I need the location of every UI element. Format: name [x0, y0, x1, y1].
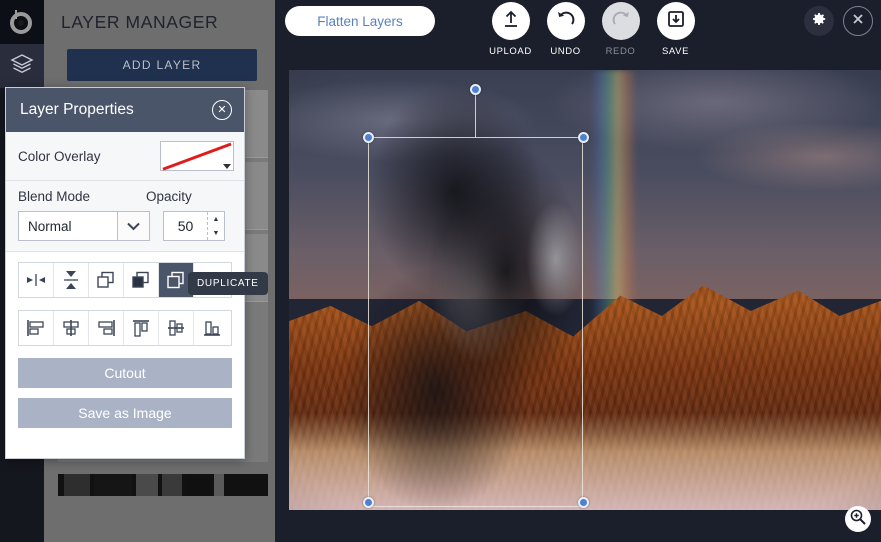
align-right-icon[interactable]	[89, 311, 124, 345]
rotate-handle[interactable]	[470, 84, 481, 95]
spinner-up-icon[interactable]: ▲	[208, 212, 224, 226]
save-label: SAVE	[661, 46, 690, 57]
undo-arrow-icon	[555, 9, 577, 34]
brand-b-logo-icon[interactable]	[0, 0, 44, 44]
spinner-down-icon[interactable]: ▼	[208, 226, 224, 240]
filmstrip-preview	[58, 474, 268, 496]
add-layer-button[interactable]: ADD LAYER	[67, 49, 257, 81]
color-overlay-row: Color Overlay	[6, 132, 244, 181]
close-icon	[851, 12, 865, 31]
settings-button[interactable]	[804, 6, 834, 36]
align-tool-row	[18, 310, 232, 346]
redo-button[interactable]: REDO	[598, 2, 643, 57]
align-middle-vertical-icon[interactable]	[159, 311, 194, 345]
opacity-stepper[interactable]: 50 ▲ ▼	[163, 211, 225, 241]
blend-mode-value: Normal	[28, 218, 72, 234]
toolbar-actions: UPLOAD UNDO REDO SAVE	[488, 2, 698, 57]
redo-label: REDO	[605, 46, 636, 57]
top-toolbar: Flatten Layers UPLOAD UNDO REDO SAVE	[275, 0, 881, 70]
bottom-left-handle[interactable]	[363, 497, 374, 508]
upload-label: UPLOAD	[489, 46, 532, 57]
upload-button[interactable]: UPLOAD	[488, 2, 533, 57]
align-left-icon[interactable]	[19, 311, 54, 345]
color-overlay-label: Color Overlay	[18, 148, 101, 164]
opacity-value: 50	[177, 218, 194, 234]
save-button[interactable]: SAVE	[653, 2, 698, 57]
image-canvas[interactable]	[289, 70, 881, 510]
align-center-horizontal-icon[interactable]	[54, 311, 89, 345]
bottom-right-handle[interactable]	[578, 497, 589, 508]
flip-vertical-icon[interactable]	[54, 263, 89, 297]
close-icon[interactable]: ✕	[212, 100, 232, 120]
dialog-title: Layer Properties	[20, 101, 134, 118]
blend-opacity-row: Blend Mode Opacity Normal 50 ▲ ▼	[6, 181, 244, 252]
tooltip-duplicate: DUPLICATE	[188, 272, 268, 295]
flip-horizontal-icon[interactable]	[19, 263, 54, 297]
blend-mode-select[interactable]: Normal	[18, 211, 150, 241]
close-window-button[interactable]	[843, 6, 873, 36]
undo-button[interactable]: UNDO	[543, 2, 588, 57]
top-right-handle[interactable]	[578, 132, 589, 143]
save-download-icon	[666, 9, 686, 34]
canvas-stage: Flatten Layers UPLOAD UNDO REDO SAVE	[275, 0, 881, 542]
page-title: LAYER MANAGER	[61, 11, 219, 32]
upload-arrow-icon	[501, 9, 521, 34]
rotate-handle-stem	[475, 89, 476, 138]
bring-forward-icon[interactable]	[89, 263, 124, 297]
opacity-label: Opacity	[146, 189, 192, 204]
flatten-layers-button[interactable]: Flatten Layers	[285, 6, 435, 36]
undo-label: UNDO	[550, 46, 581, 57]
redo-arrow-icon	[610, 9, 632, 34]
align-bottom-icon[interactable]	[194, 311, 229, 345]
cutout-button[interactable]: Cutout	[18, 358, 232, 388]
layer-manager-header: LAYER MANAGER	[44, 0, 275, 44]
top-left-handle[interactable]	[363, 132, 374, 143]
window-controls	[804, 6, 873, 36]
layers-stack-icon	[10, 53, 34, 80]
zoom-in-button[interactable]	[845, 506, 871, 532]
dialog-header: Layer Properties ✕	[6, 88, 244, 132]
opacity-spinner-buttons[interactable]: ▲ ▼	[207, 212, 224, 240]
zoom-in-magnifier-icon	[849, 508, 867, 531]
save-as-image-button[interactable]: Save as Image	[18, 398, 232, 428]
align-top-icon[interactable]	[124, 311, 159, 345]
sidebar-item-layers[interactable]	[0, 44, 44, 88]
chevron-down-icon[interactable]	[117, 212, 149, 240]
chevron-down-icon[interactable]	[223, 164, 231, 169]
send-backward-icon[interactable]	[124, 263, 159, 297]
blend-mode-label: Blend Mode	[18, 189, 91, 204]
color-overlay-swatch[interactable]	[160, 141, 234, 171]
gear-icon	[811, 11, 827, 32]
image-editor-app: LAYER MANAGER ADD LAYER Layer Properties…	[0, 0, 881, 542]
action-button-stack: Cutout Save as Image	[6, 346, 244, 438]
